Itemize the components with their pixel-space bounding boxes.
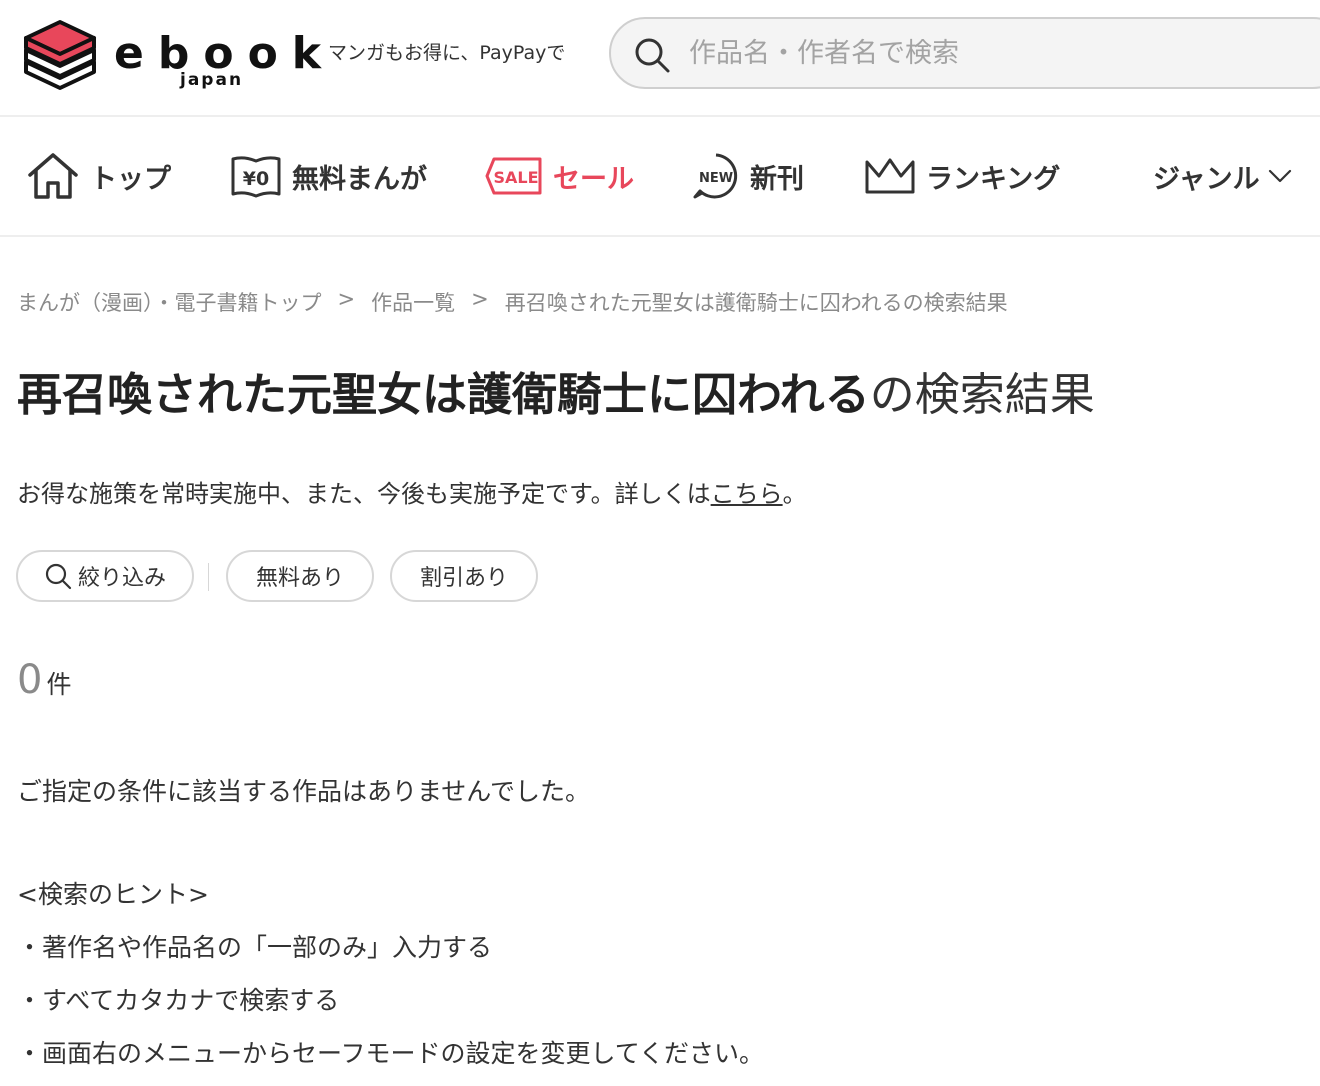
- breadcrumb: まんが（漫画）・電子書籍トップ > 作品一覧 > 再召喚された元聖女は護衛騎士に…: [17, 287, 1008, 317]
- filter-free-label: 無料あり: [255, 566, 344, 591]
- sale-tag-icon: SALE: [485, 157, 542, 195]
- home-icon: [28, 153, 78, 199]
- search-query-text: 再召喚された元聖女は護衛騎士に囚われる: [17, 368, 870, 421]
- nav-item-ranking[interactable]: ランキング: [864, 117, 1060, 235]
- notice-end: 。: [782, 480, 807, 508]
- book-stack-logo-icon: [24, 20, 96, 90]
- breadcrumb-item-works[interactable]: 作品一覧: [371, 287, 455, 317]
- nav-label-genre: ジャンル: [1153, 163, 1260, 195]
- nav-label-new-releases: 新刊: [750, 163, 804, 195]
- breadcrumb-item-top[interactable]: まんが（漫画）・電子書籍トップ: [17, 287, 322, 317]
- filter-narrow-button[interactable]: 絞り込み: [16, 550, 194, 602]
- filter-narrow-label: 絞り込み: [77, 566, 166, 591]
- result-count: 0件: [17, 657, 71, 703]
- search-icon[interactable]: [633, 36, 671, 74]
- nav-item-sale[interactable]: SALE セール: [485, 117, 634, 235]
- nav-label-ranking: ランキング: [926, 163, 1061, 195]
- nav-label-free-manga: 無料まんが: [292, 163, 427, 195]
- search-box[interactable]: [609, 17, 1320, 89]
- page-title: 再召喚された元聖女は護衛騎士に囚われるの検索結果: [17, 362, 1095, 428]
- result-count-unit: 件: [46, 670, 72, 699]
- title-suffix: の検索結果: [869, 368, 1095, 421]
- hint-item: ・すべてカタカナで検索する: [17, 986, 340, 1015]
- svg-text:SALE: SALE: [493, 168, 538, 187]
- ebook-japan-logo[interactable]: ebook japan: [22, 14, 321, 94]
- empty-results-message: ご指定の条件に該当する作品はありませんでした。: [17, 777, 591, 806]
- breadcrumb-item-current: 再召喚された元聖女は護衛騎士に囚われるの検索結果: [504, 291, 1008, 315]
- yen-zero-book-icon: ¥0: [231, 156, 281, 198]
- filter-discount-chip[interactable]: 割引あり: [390, 550, 538, 602]
- nav-item-genre[interactable]: ジャンル: [1153, 117, 1294, 235]
- filter-free-chip[interactable]: 無料あり: [226, 550, 374, 602]
- filter-discount-label: 割引あり: [419, 566, 508, 591]
- search-icon: [45, 563, 72, 590]
- chevron-down-icon: [1268, 169, 1291, 183]
- breadcrumb-separator: >: [337, 287, 356, 311]
- nav-label-top: トップ: [90, 163, 171, 195]
- hint-item: ・著作名や作品名の「一部のみ」入力する: [17, 933, 493, 962]
- new-badge-icon: NEW: [693, 153, 738, 199]
- notice-details-link[interactable]: こちら: [711, 480, 783, 508]
- site-header: ebook japan マンガもお得に、PayPayで: [0, 0, 1320, 117]
- logo-subtext: japan: [180, 70, 244, 90]
- hints-heading: <検索のヒント>: [17, 880, 209, 909]
- main-nav: トップ ¥0 無料まんが SALE セール NEW 新刊 ランキング ジャンル: [0, 117, 1320, 237]
- hint-item: ・画面右のメニューからセーフモードの設定を変更してください。: [17, 1039, 765, 1068]
- nav-item-free-manga[interactable]: ¥0 無料まんが: [230, 117, 427, 235]
- nav-label-sale: セール: [553, 163, 634, 195]
- search-hints: <検索のヒント> ・著作名や作品名の「一部のみ」入力する ・すべてカタカナで検索…: [17, 876, 764, 1086]
- result-count-number: 0: [17, 657, 43, 703]
- svg-text:¥0: ¥0: [243, 168, 269, 190]
- breadcrumb-separator: >: [471, 287, 489, 311]
- tagline: マンガもお得に、PayPayで: [328, 42, 566, 64]
- svg-text:NEW: NEW: [699, 171, 733, 186]
- notice-text: お得な施策を常時実施中、また、今後も実施予定です。詳しくは: [17, 480, 711, 508]
- nav-item-new-releases[interactable]: NEW 新刊: [692, 117, 804, 235]
- filter-divider: [208, 563, 209, 591]
- search-input[interactable]: [689, 31, 1289, 75]
- campaign-notice: お得な施策を常時実施中、また、今後も実施予定です。詳しくはこちら。: [17, 474, 807, 509]
- crown-icon: [865, 158, 915, 194]
- nav-item-top[interactable]: トップ: [26, 117, 171, 235]
